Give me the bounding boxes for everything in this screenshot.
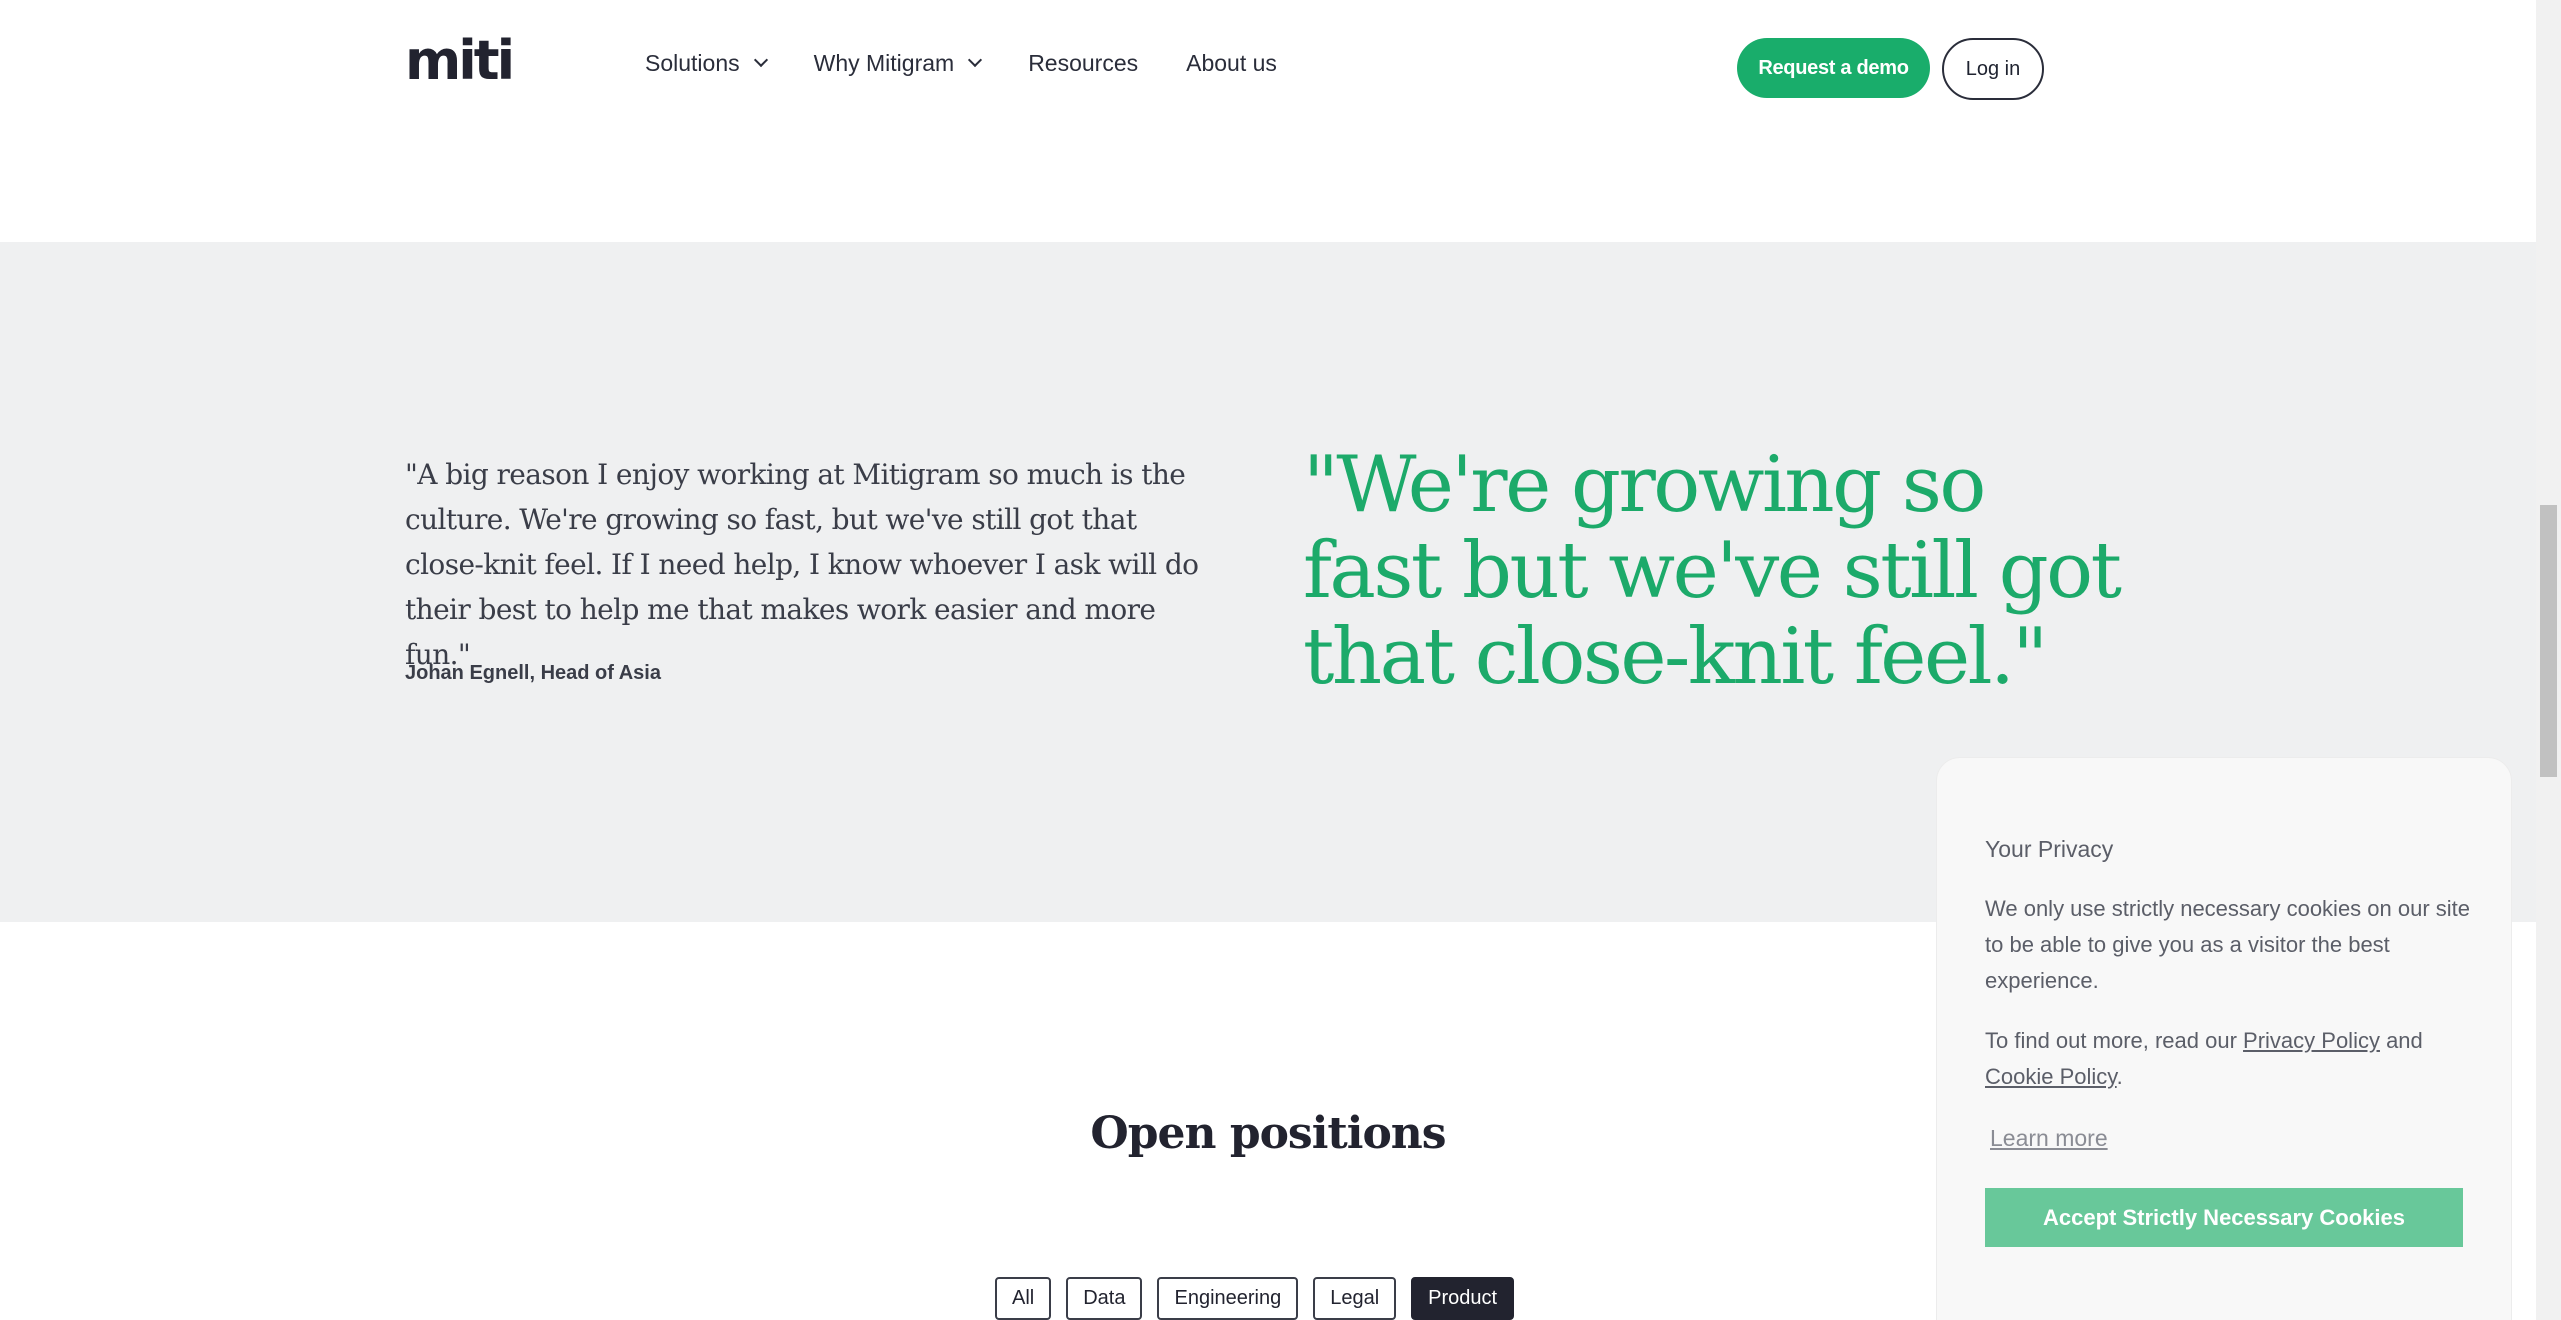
cookie-banner: Your Privacy We only use strictly necess… xyxy=(1936,757,2512,1320)
main-nav: Solutions Why Mitigram Resources About u… xyxy=(645,50,1325,77)
filter-data[interactable]: Data xyxy=(1066,1277,1143,1320)
cookie-policy-suffix: . xyxy=(2116,1064,2123,1089)
nav-about-us[interactable]: About us xyxy=(1186,50,1277,77)
site-header: miti Solutions Why Mitigram Resources Ab… xyxy=(0,0,2536,242)
miti-logo[interactable]: miti xyxy=(405,34,515,88)
cookie-policy-text: To find out more, read our Privacy Polic… xyxy=(1985,1023,2475,1095)
testimonial-quote: "A big reason I enjoy working at Mitigra… xyxy=(405,458,1199,671)
nav-solutions-label: Solutions xyxy=(645,50,740,76)
filter-legal[interactable]: Legal xyxy=(1313,1277,1397,1320)
chevron-down-icon xyxy=(753,52,768,67)
request-demo-button[interactable]: Request a demo xyxy=(1737,38,1930,98)
filter-product[interactable]: Product xyxy=(1411,1277,1515,1320)
nav-why-mitigram-label: Why Mitigram xyxy=(813,50,955,76)
cookie-title: Your Privacy xyxy=(1985,836,2114,862)
filter-engineering[interactable]: Engineering xyxy=(1157,1277,1299,1320)
learn-more-link[interactable]: Learn more xyxy=(1990,1125,2108,1152)
cookie-description: We only use strictly necessary cookies o… xyxy=(1985,896,2471,993)
privacy-policy-link[interactable]: Privacy Policy xyxy=(2243,1028,2380,1053)
nav-resources-label: Resources xyxy=(1028,50,1139,76)
accept-cookies-button[interactable]: Accept Strictly Necessary Cookies xyxy=(1985,1188,2463,1247)
cookie-policy-and: and xyxy=(2379,1028,2423,1053)
nav-why-mitigram[interactable]: Why Mitigram xyxy=(813,50,983,77)
cookie-policy-prefix: To find out more, read our xyxy=(1985,1028,2244,1053)
nav-solutions[interactable]: Solutions xyxy=(645,50,768,77)
filter-all[interactable]: All xyxy=(995,1277,1052,1320)
page-scrollbar[interactable] xyxy=(2536,0,2561,1320)
scrollbar-thumb[interactable] xyxy=(2540,505,2557,777)
nav-resources[interactable]: Resources xyxy=(1028,50,1138,77)
testimonial-author: Johan Egnell, Head of Asia xyxy=(405,662,661,684)
log-in-button[interactable]: Log in xyxy=(1942,38,2044,100)
nav-about-us-label: About us xyxy=(1186,50,1277,76)
position-filters: All Data Engineering Legal Product xyxy=(995,1277,1529,1320)
pull-quote: "We're growing so fast but we've still g… xyxy=(1303,440,2122,702)
chevron-down-icon xyxy=(968,52,983,67)
cookie-policy-link[interactable]: Cookie Policy xyxy=(1985,1064,2117,1089)
